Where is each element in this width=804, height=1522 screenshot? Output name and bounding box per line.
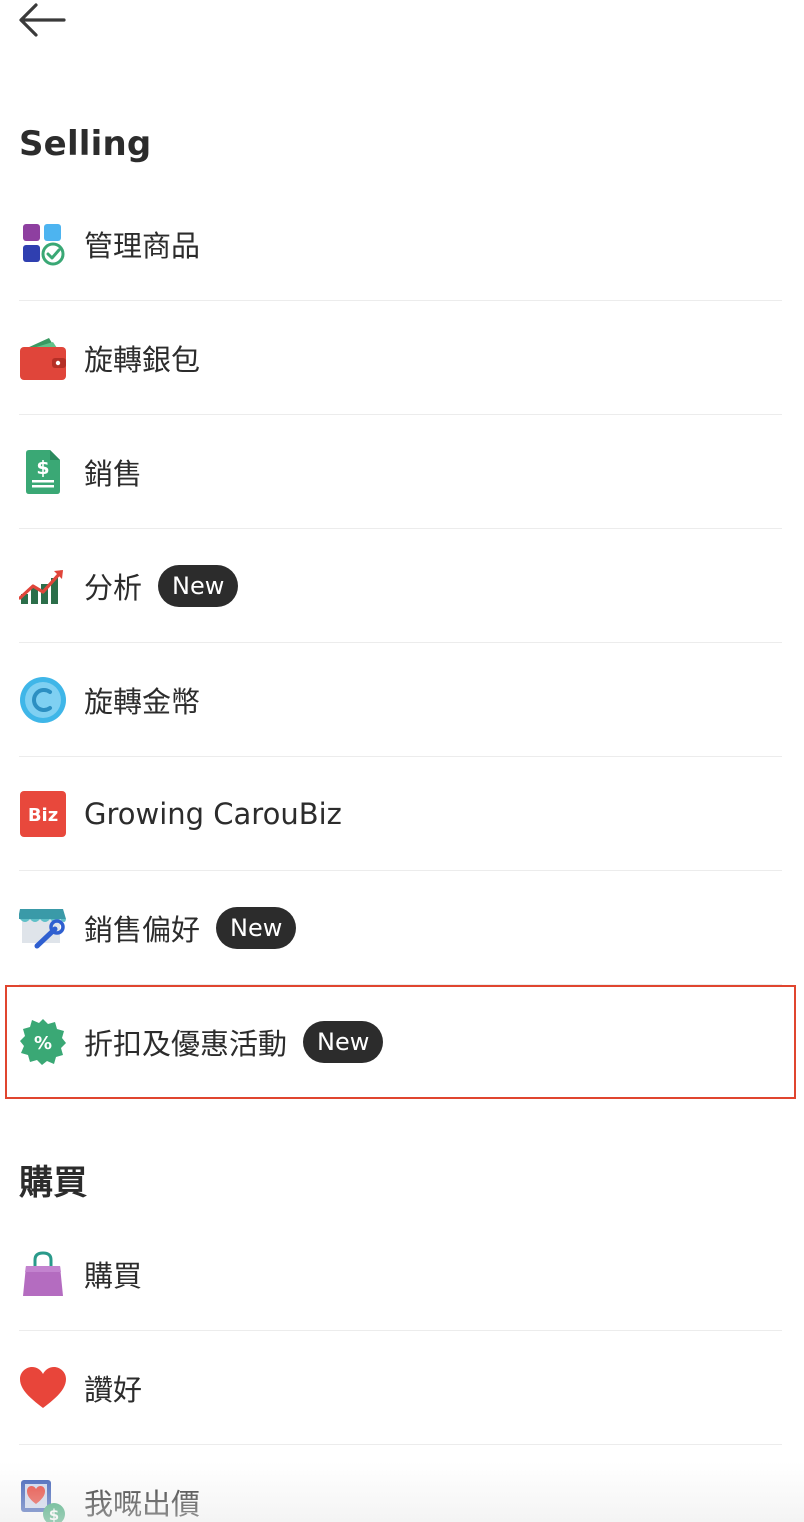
- menu-item-wallet[interactable]: 旋轉銀包: [0, 301, 804, 415]
- svg-text:%: %: [34, 1033, 52, 1054]
- discount-badge-icon: %: [19, 1018, 67, 1066]
- menu-item-label: 管理商品: [84, 229, 201, 263]
- svg-text:$: $: [36, 457, 49, 479]
- menu-item-label: 旋轉銀包: [84, 343, 201, 377]
- manage-listings-icon: [19, 220, 67, 268]
- menu-item-sales[interactable]: $ 銷售: [0, 415, 804, 529]
- back-button[interactable]: [16, 0, 72, 40]
- menu-item-purchases[interactable]: 購買: [0, 1217, 804, 1331]
- menu-item-label: 銷售偏好: [84, 913, 201, 947]
- menu-item-label: 我嘅出價: [84, 1487, 201, 1521]
- biz-icon: Biz: [19, 790, 67, 838]
- menu-item-selling-preferences[interactable]: 銷售偏好 New: [0, 871, 804, 985]
- menu-item-label: 分析: [84, 571, 143, 605]
- new-badge: New: [216, 907, 297, 949]
- menu-item-label: 旋轉金幣: [84, 685, 201, 719]
- analytics-chart-icon: [19, 562, 67, 610]
- new-badge: New: [158, 565, 239, 607]
- selling-section-title: Selling: [19, 124, 152, 164]
- menu-item-coins[interactable]: 旋轉金幣: [0, 643, 804, 757]
- menu-item-growing-caroubiz[interactable]: Biz Growing CarouBiz: [0, 757, 804, 871]
- selling-menu: 管理商品 旋轉銀包 $ 銷售 分析 New 旋轉金幣 Biz Growing C…: [0, 187, 804, 1099]
- menu-item-label: Growing CarouBiz: [84, 797, 342, 831]
- menu-item-label: 銷售: [84, 457, 143, 491]
- svg-text:Biz: Biz: [28, 805, 58, 826]
- shopping-bag-icon: [19, 1250, 67, 1298]
- menu-item-analytics[interactable]: 分析 New: [0, 529, 804, 643]
- menu-item-label: 讚好: [84, 1373, 143, 1407]
- menu-item-manage-listings[interactable]: 管理商品: [0, 187, 804, 301]
- menu-item-likes[interactable]: 讚好: [0, 1331, 804, 1445]
- my-offers-icon: $: [19, 1478, 67, 1522]
- coin-icon: [19, 676, 67, 724]
- buying-section-title: 購買: [19, 1163, 88, 1203]
- shop-settings-icon: [19, 904, 67, 952]
- menu-item-label: 購買: [84, 1259, 143, 1293]
- arrow-left-icon: [19, 3, 66, 37]
- sales-document-icon: $: [19, 448, 67, 496]
- menu-item-label: 折扣及優惠活動: [84, 1027, 288, 1061]
- settings-page: Selling 管理商品 旋轉銀包 $ 銷售 分析 New 旋轉金幣 Biz G…: [0, 0, 804, 1522]
- buying-menu: 購買 讚好 $ 我嘅出價: [0, 1217, 804, 1522]
- wallet-icon: [19, 334, 67, 382]
- new-badge: New: [303, 1021, 384, 1063]
- menu-item-discounts-promotions[interactable]: % 折扣及優惠活動 New: [5, 985, 796, 1099]
- heart-icon: [19, 1364, 67, 1412]
- menu-item-my-offers[interactable]: $ 我嘅出價: [0, 1445, 804, 1522]
- svg-text:$: $: [49, 1506, 59, 1522]
